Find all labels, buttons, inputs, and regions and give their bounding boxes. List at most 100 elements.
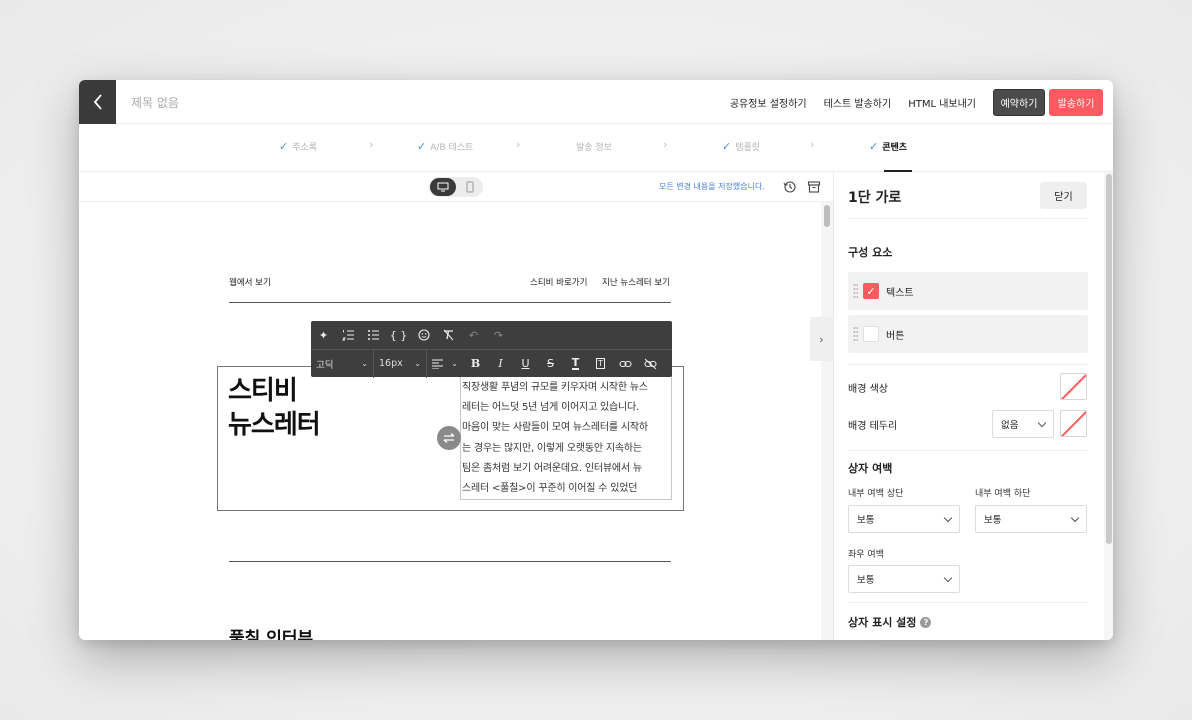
stibee-link[interactable]: 스티비 바로가기 [530, 276, 587, 288]
panel-collapse-button[interactable]: › [810, 317, 833, 361]
chevron-right-icon: › [663, 138, 668, 151]
panel-title: 1단 가로 [848, 190, 902, 206]
bg-color-swatch[interactable] [1060, 373, 1087, 400]
text-background-icon[interactable]: T [588, 350, 613, 378]
settings-panel: 1단 가로 닫기 구성 요소 ✓ 텍스트 버튼 배경 색상 배경 테두리 없음 … [833, 172, 1113, 640]
bg-color-label: 배경 색상 [848, 384, 888, 395]
body-text-line: 는 경우는 많지만, 이렇게 오랫동안 지속하는 [462, 442, 642, 454]
bg-border-color-swatch[interactable] [1060, 410, 1087, 437]
bg-border-label: 배경 테두리 [848, 421, 898, 432]
share-info-settings-link[interactable]: 공유정보 설정하기 [730, 95, 807, 110]
padding-top-label: 내부 여백 상단 [848, 489, 904, 499]
ai-sparkle-icon[interactable]: ✦ [311, 321, 336, 349]
component-item-text[interactable]: ✓ 텍스트 [848, 272, 1088, 310]
padding-bottom-value: 보통 [984, 515, 1002, 526]
undo-icon[interactable]: ↶ [461, 321, 486, 349]
chevron-right-icon: › [819, 332, 824, 346]
align-select[interactable]: ⌄ [427, 350, 463, 378]
document-title[interactable]: 제목 없음 [131, 94, 179, 111]
panel-scrollbar[interactable] [1104, 172, 1113, 640]
chevron-right-icon: › [369, 138, 374, 151]
font-family-select[interactable]: 고딕 ⌄ [311, 349, 374, 378]
close-button[interactable]: 닫기 [1040, 182, 1087, 209]
padding-bottom-label: 내부 여백 하단 [975, 489, 1031, 499]
padding-bottom-select[interactable]: 보통 [975, 505, 1087, 533]
body-text-editor[interactable]: 직장생활 푸념의 규모를 키우자며 시작한 뉴스 레터는 어느덧 5년 넘게 이… [460, 376, 672, 500]
step-address-book[interactable]: ✓ 주소록 [279, 140, 317, 153]
code-braces-icon[interactable]: { } [386, 321, 411, 349]
chevron-right-icon: › [516, 138, 521, 151]
help-icon[interactable]: ? [920, 617, 932, 628]
back-button[interactable] [79, 80, 116, 124]
italic-icon[interactable]: I [488, 350, 513, 378]
bg-border-value: 없음 [1001, 420, 1019, 431]
device-toggle [429, 177, 483, 197]
divider [848, 450, 1088, 451]
text-color-icon[interactable]: T [563, 350, 588, 378]
history-icon[interactable] [783, 179, 797, 198]
strikethrough-icon[interactable]: S [538, 350, 563, 378]
swap-columns-button[interactable] [437, 426, 461, 450]
send-button[interactable]: 발송하기 [1049, 88, 1103, 116]
swap-arrows-icon [443, 433, 455, 443]
chevron-down-icon [943, 573, 953, 582]
check-icon: ✓ [722, 140, 732, 153]
padding-side-label: 좌우 여백 [848, 550, 884, 560]
mobile-view-button[interactable] [461, 178, 479, 196]
export-html-link[interactable]: HTML 내보내기 [908, 95, 976, 110]
newsletter-headline[interactable]: 스티비 뉴스레터 [228, 374, 321, 442]
button-component-checkbox[interactable] [863, 326, 879, 342]
top-actions: 공유정보 설정하기 테스트 발송하기 HTML 내보내기 예약하기 발송하기 [730, 88, 1103, 116]
chevron-down-icon: ⌄ [414, 359, 421, 368]
past-newsletters-link[interactable]: 지난 뉴스레터 보기 [602, 276, 670, 288]
toolbar-row: ✦ { } ↶ ↷ [311, 321, 672, 349]
schedule-button[interactable]: 예약하기 [993, 88, 1045, 116]
text-component-checkbox[interactable]: ✓ [863, 283, 879, 299]
chevron-down-icon [943, 513, 953, 522]
test-send-link[interactable]: 테스트 발송하기 [824, 95, 892, 110]
step-content[interactable]: ✓ 콘텐츠 [869, 140, 907, 153]
check-icon: ✓ [279, 140, 289, 153]
component-item-button[interactable]: 버튼 [848, 315, 1088, 353]
bold-icon[interactable]: B [463, 350, 488, 378]
font-size-select[interactable]: 16px ⌄ [374, 349, 427, 378]
step-template[interactable]: ✓ 템플릿 [722, 140, 760, 153]
box-display-section-label: 상자 표시 설정? [848, 614, 932, 630]
font-family-value: 고딕 [316, 359, 334, 371]
section-heading[interactable]: 풀칠 인터뷰 [229, 624, 313, 640]
padding-side-select[interactable]: 보통 [848, 565, 960, 593]
unlink-icon[interactable] [638, 350, 663, 378]
step-ab-test[interactable]: ✓ A/B 테스트 [417, 140, 473, 153]
step-send-info[interactable]: 발송 정보 [576, 140, 612, 153]
step-label: 템플릿 [735, 143, 761, 153]
desktop-view-button[interactable] [430, 178, 456, 196]
bg-border-select[interactable]: 없음 [992, 410, 1054, 438]
step-label: 콘텐츠 [882, 143, 908, 153]
divider [848, 602, 1088, 603]
view-on-web-link[interactable]: 웹에서 보기 [229, 276, 271, 288]
font-size-value: 16px [379, 358, 403, 369]
underline-icon[interactable]: U [513, 350, 538, 378]
bullet-list-icon[interactable] [361, 321, 386, 349]
divider [848, 364, 1088, 365]
drag-handle-icon[interactable] [853, 326, 858, 342]
emoji-icon[interactable] [411, 321, 436, 349]
editor-scroll-thumb[interactable] [824, 205, 830, 227]
check-icon: ✓ [869, 140, 879, 153]
link-icon[interactable] [613, 350, 638, 378]
ordered-list-icon[interactable] [336, 321, 361, 349]
step-label: A/B 테스트 [430, 143, 474, 153]
body-text-line: 레터는 어느덧 5년 넘게 이어지고 있습니다. [462, 402, 640, 414]
clear-format-icon[interactable] [436, 321, 461, 349]
chevron-left-icon [93, 94, 102, 110]
drag-handle-icon[interactable] [853, 283, 858, 299]
padding-top-select[interactable]: 보통 [848, 505, 960, 533]
chevron-down-icon [1070, 513, 1080, 522]
panel-scroll-thumb[interactable] [1106, 174, 1112, 544]
redo-icon[interactable]: ↷ [486, 321, 511, 349]
editor-scrollbar[interactable] [821, 202, 833, 640]
headline-line: 뉴스레터 [228, 410, 321, 440]
editor-window: 제목 없음 공유정보 설정하기 테스트 발송하기 HTML 내보내기 예약하기 … [79, 80, 1113, 640]
archive-icon[interactable] [807, 179, 821, 198]
divider [229, 561, 671, 562]
